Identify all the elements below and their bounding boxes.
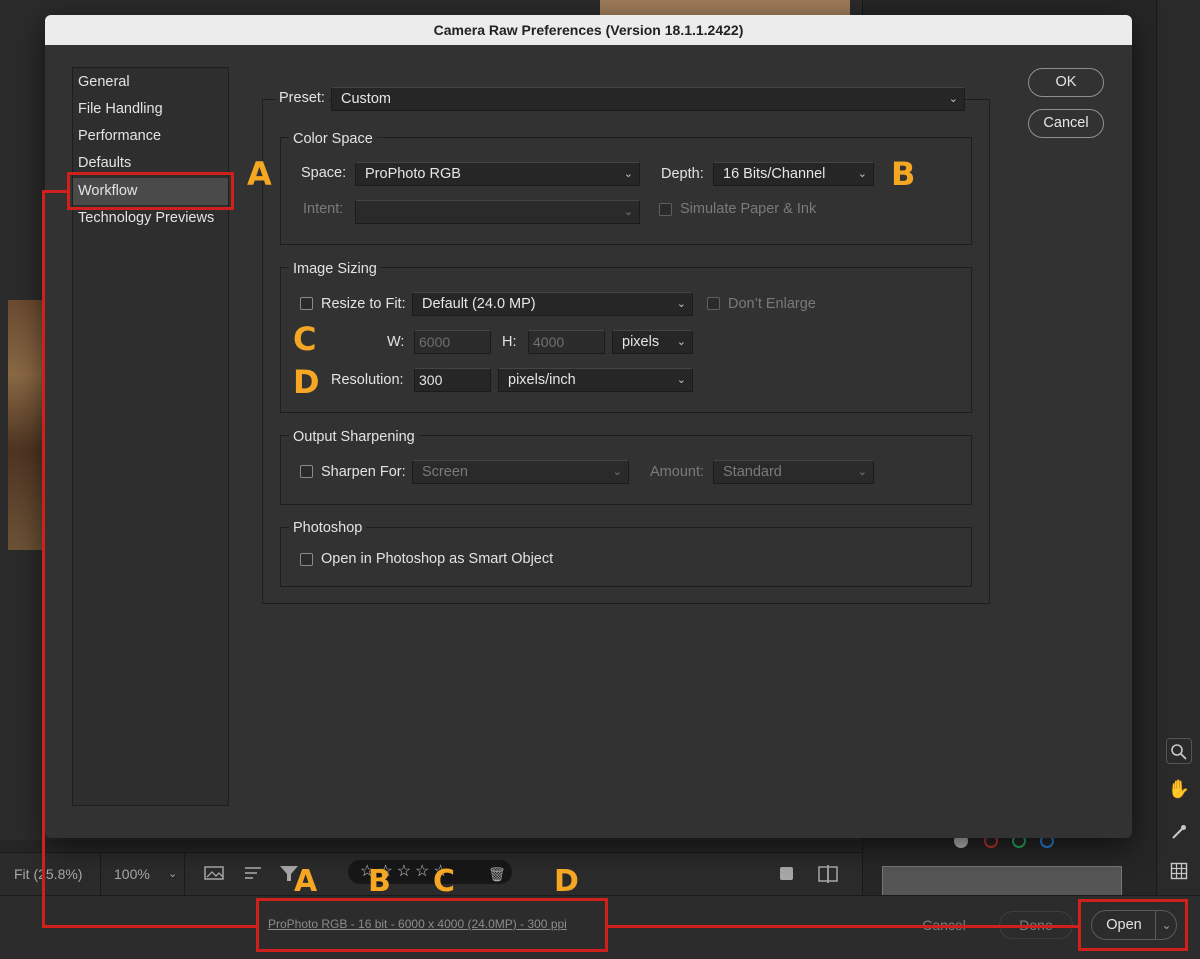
- annotation-d-footer: D: [554, 864, 579, 899]
- toolbar-divider: [100, 852, 101, 895]
- connector-line: [606, 925, 1080, 928]
- dont-enlarge-checkbox[interactable]: [707, 297, 720, 310]
- camera-raw-window: ✋ Fit (25.8%) 100% ⌄ ☆☆☆☆☆ 🗑 ProPhoto RG…: [0, 0, 1200, 959]
- size-units-value: pixels: [622, 334, 660, 350]
- chevron-down-icon: ⌄: [948, 93, 958, 105]
- connector-line: [42, 190, 45, 928]
- simulate-paper-label: Simulate Paper & Ink: [680, 201, 817, 217]
- resize-to-fit-value: Default (24.0 MP): [422, 296, 536, 312]
- resize-to-fit-checkbox[interactable]: [300, 297, 313, 310]
- sort-icon[interactable]: [244, 862, 264, 886]
- zoom-tool-icon[interactable]: [1166, 738, 1192, 764]
- ok-button[interactable]: OK: [1028, 68, 1104, 97]
- intent-label: Intent:: [303, 201, 344, 217]
- cancel-button[interactable]: Cancel: [1028, 109, 1104, 138]
- amount-select[interactable]: Standard ⌄: [713, 460, 874, 484]
- color-space-group: [280, 137, 972, 245]
- photoshop-title: Photoshop: [289, 520, 367, 536]
- image-sizing-title: Image Sizing: [289, 261, 381, 277]
- annotation-a-footer: A: [294, 864, 318, 899]
- nav-item-performance[interactable]: Performance: [73, 123, 228, 150]
- toggle-view-icon[interactable]: [778, 862, 796, 886]
- intent-select[interactable]: ⌄: [355, 200, 640, 224]
- preset-label: Preset:: [275, 90, 329, 106]
- histogram: [882, 866, 1122, 896]
- preferences-dialog: Camera Raw Preferences (Version 18.1.1.2…: [45, 15, 1132, 838]
- annotation-c: C: [293, 320, 317, 358]
- photo-preview-top: [600, 0, 850, 16]
- annotation-b-footer: B: [368, 864, 391, 899]
- sharpen-for-label: Sharpen For:: [321, 464, 406, 480]
- annotation-d: D: [293, 363, 320, 401]
- workflow-link-highlight-box: [256, 898, 608, 952]
- height-input[interactable]: 4000: [528, 330, 605, 354]
- zoom-100-label[interactable]: 100%: [114, 862, 150, 886]
- nav-item-general[interactable]: General: [73, 69, 228, 96]
- chevron-down-icon: ⌄: [676, 374, 686, 386]
- sharpen-for-value: Screen: [422, 464, 468, 480]
- chevron-down-icon: ⌄: [612, 466, 622, 478]
- resize-to-fit-select[interactable]: Default (24.0 MP) ⌄: [412, 292, 693, 316]
- resolution-label: Resolution:: [331, 372, 404, 388]
- amount-label: Amount:: [650, 464, 704, 480]
- nav-item-file-handling[interactable]: File Handling: [73, 96, 228, 123]
- connector-line: [42, 925, 258, 928]
- resolution-units-value: pixels/inch: [508, 372, 576, 388]
- resolution-input[interactable]: 300: [414, 368, 491, 392]
- before-after-icon[interactable]: [818, 862, 838, 886]
- connector-line: [42, 190, 69, 193]
- color-space-title: Color Space: [289, 131, 377, 147]
- zoom-fit-label[interactable]: Fit (25.8%): [14, 862, 82, 886]
- annotation-c-footer: C: [433, 864, 456, 899]
- width-input[interactable]: 6000: [414, 330, 491, 354]
- space-label: Space:: [301, 165, 347, 181]
- toolbar-divider: [184, 852, 185, 895]
- sharpen-for-select[interactable]: Screen ⌄: [412, 460, 629, 484]
- width-label: W:: [387, 334, 405, 350]
- sharpen-for-checkbox[interactable]: [300, 465, 313, 478]
- workflow-highlight-box: [67, 172, 234, 210]
- depth-label: Depth:: [661, 166, 704, 182]
- depth-value: 16 Bits/Channel: [723, 166, 826, 182]
- annotation-b: B: [891, 155, 916, 193]
- open-button-highlight-box: [1078, 899, 1188, 951]
- depth-select[interactable]: 16 Bits/Channel ⌄: [713, 162, 874, 186]
- preset-select[interactable]: Custom ⌄: [331, 87, 965, 111]
- hand-tool-icon[interactable]: ✋: [1166, 776, 1192, 802]
- photo-preview-edge: [8, 300, 46, 550]
- annotation-a: A: [247, 155, 272, 193]
- amount-value: Standard: [723, 464, 782, 480]
- eyedropper-icon[interactable]: [1166, 819, 1192, 845]
- preset-value: Custom: [341, 91, 391, 107]
- chevron-down-icon: ⌄: [676, 336, 686, 348]
- resolution-units-select[interactable]: pixels/inch ⌄: [498, 368, 693, 392]
- delete-icon[interactable]: 🗑: [488, 862, 506, 886]
- dialog-title: Camera Raw Preferences (Version 18.1.1.2…: [45, 15, 1132, 45]
- resize-to-fit-label: Resize to Fit:: [321, 296, 406, 312]
- space-select[interactable]: ProPhoto RGB ⌄: [355, 162, 640, 186]
- height-label: H:: [502, 334, 517, 350]
- simulate-paper-checkbox[interactable]: [659, 203, 672, 216]
- chevron-down-icon: ⌄: [623, 168, 633, 180]
- dont-enlarge-label: Don’t Enlarge: [728, 296, 816, 312]
- grid-overlay-icon[interactable]: [1166, 858, 1192, 884]
- space-value: ProPhoto RGB: [365, 166, 461, 182]
- output-sharpening-title: Output Sharpening: [289, 429, 419, 445]
- smart-object-label: Open in Photoshop as Smart Object: [321, 551, 554, 567]
- chevron-down-icon: ⌄: [857, 168, 867, 180]
- size-units-select[interactable]: pixels ⌄: [612, 330, 693, 354]
- chevron-down-icon: ⌄: [857, 466, 867, 478]
- filmstrip-view-icon[interactable]: [204, 862, 226, 886]
- zoom-chevron-down-icon[interactable]: ⌄: [168, 862, 177, 886]
- smart-object-checkbox[interactable]: [300, 553, 313, 566]
- chevron-down-icon: ⌄: [623, 206, 633, 218]
- chevron-down-icon: ⌄: [676, 298, 686, 310]
